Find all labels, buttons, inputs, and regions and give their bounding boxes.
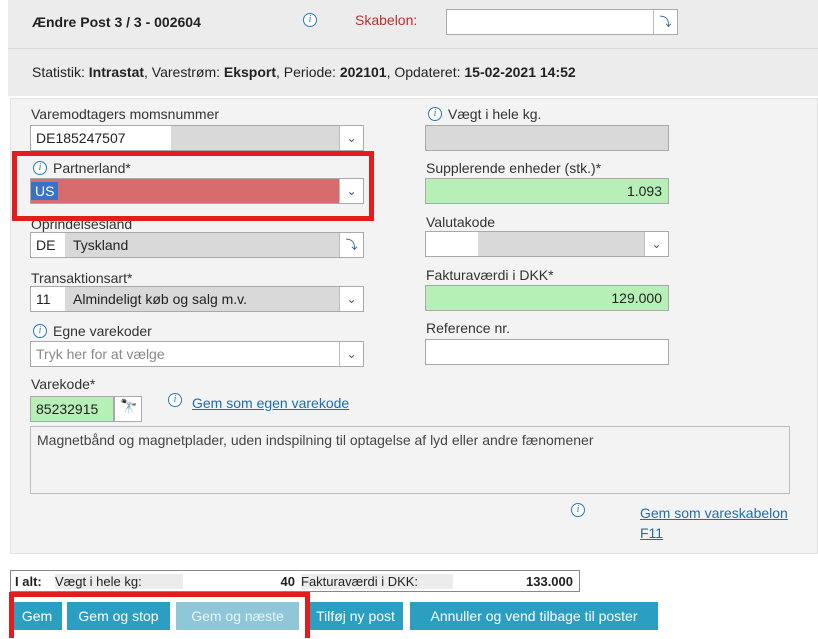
origin-country-input[interactable]: DE Tyskland ⤵ [30,232,364,258]
opdateret-value: 15-02-2021 14:52 [464,64,576,80]
highlight-save-buttons [9,592,310,638]
periode-value: 202101 [339,64,387,80]
chevron-double-down-icon[interactable]: ⌄ [339,126,363,150]
varestrom-value: Eksport [223,64,277,80]
supp-units-input[interactable]: 1.093 [425,178,669,204]
popup-arrow-icon[interactable]: ⤵ [339,233,363,257]
chevron-double-down-icon[interactable]: ⌄ [644,232,668,256]
save-template-shortcut-link[interactable]: F11 [640,525,663,541]
popup-arrow-icon[interactable]: ⤵ [653,10,677,34]
template-label: Skabelon: [355,12,418,28]
status-line: Statistik: Intrastat, Varestrøm: Eksport… [32,64,576,80]
weight-label: Vægt i hele kg. [448,106,542,122]
page-title: Ændre Post 3 / 3 - 002604 [32,14,201,30]
info-icon[interactable]: i [428,107,442,121]
binoculars-icon[interactable]: 🔭 [114,396,142,422]
save-own-code-link[interactable]: Gem som egen varekode [192,395,349,411]
varekode-label: Varekode* [31,376,96,392]
currency-label: Valutakode [426,214,496,230]
transaction-label: Transaktionsart* [31,270,133,286]
save-template-link[interactable]: Gem som vareskabelon [640,505,788,521]
vat-label: Varemodtagers momsnummer [31,106,220,122]
transaction-select[interactable]: 11 Almindeligt køb og salg m.v. ⌄ [30,286,364,312]
varekode-input[interactable]: 85232915 [30,396,114,422]
own-codes-select[interactable]: Tryk her for at vælge ⌄ [30,341,364,367]
chevron-double-down-icon[interactable]: ⌄ [339,287,363,311]
highlight-partner-country [12,151,374,221]
chevron-double-down-icon[interactable]: ⌄ [339,342,363,366]
info-icon[interactable]: i [33,324,47,338]
invoice-input[interactable]: 129.000 [425,285,669,311]
add-post-button[interactable]: Tilføj ny post [308,602,403,630]
totals-bar: I alt: Vægt i hele kg: 40 Fakturaværdi i… [10,570,580,592]
info-icon[interactable]: i [571,503,585,517]
info-icon[interactable]: i [303,13,317,27]
reference-label: Reference nr. [426,320,511,336]
reference-input[interactable] [425,339,669,365]
invoice-label: Fakturaværdi i DKK* [426,267,554,283]
own-codes-label: Egne varekoder [53,323,152,339]
cancel-button[interactable]: Annuller og vend tilbage til poster [410,602,658,630]
commodity-description: Magnetbånd og magnetplader, uden indspil… [30,426,790,494]
supp-units-label: Supplerende enheder (stk.)* [426,160,602,176]
currency-select[interactable]: ⌄ [425,231,669,257]
info-icon[interactable]: i [168,393,182,407]
weight-input [425,125,669,151]
vat-input[interactable]: DE185247507 ⌄ [30,125,364,151]
statistik-value: Intrastat [88,64,145,80]
template-input[interactable]: ⤵ [446,9,678,35]
